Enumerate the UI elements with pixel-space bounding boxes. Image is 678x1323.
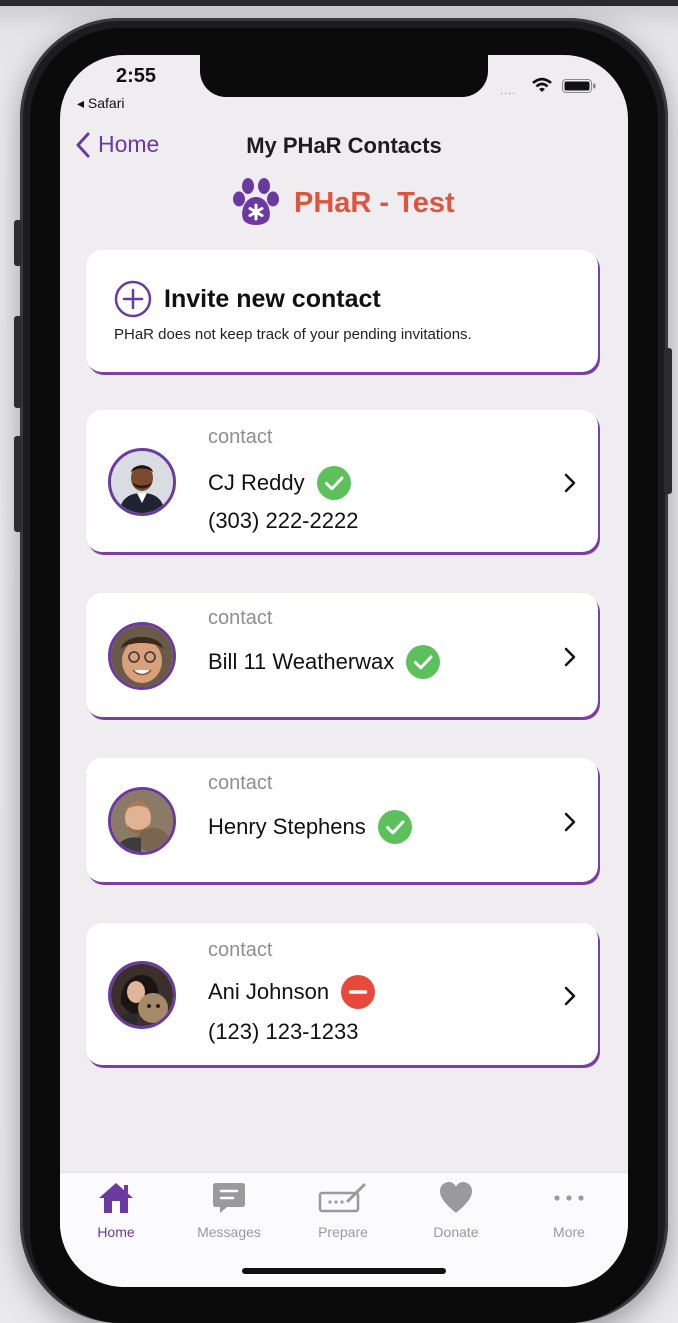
volume-down-button	[14, 436, 22, 532]
avatar	[108, 961, 176, 1029]
invite-note: PHaR does not keep track of your pending…	[114, 326, 472, 343]
tab-home[interactable]: Home	[66, 1181, 166, 1240]
contact-phone: (123) 123-1233	[208, 1019, 359, 1044]
screen: 2:55 ◂ Safari .... Home My PHaR Contacts	[60, 55, 628, 1287]
avatar	[108, 448, 176, 516]
top-strip	[0, 0, 678, 6]
contact-type-label: contact	[208, 426, 273, 448]
contact-name: Bill 11 Weatherwax	[208, 645, 441, 679]
invite-contact-card[interactable]: Invite new contact PHaR does not keep tr…	[86, 250, 598, 372]
chevron-right-icon	[564, 812, 576, 832]
check-circle-icon	[406, 645, 441, 679]
prepare-icon	[318, 1183, 366, 1213]
contact-name-text: CJ Reddy	[208, 470, 305, 495]
back-to-app-link[interactable]: ◂ Safari	[77, 95, 125, 112]
signal-icon: ....	[500, 85, 517, 97]
contact-phone: (303) 222-2222	[208, 508, 359, 533]
tab-label: More	[553, 1224, 585, 1240]
contact-type-label: contact	[208, 607, 273, 629]
tab-label: Home	[97, 1224, 135, 1240]
tab-prepare[interactable]: Prepare	[293, 1181, 393, 1240]
contact-name: CJ Reddy	[208, 466, 351, 500]
status-time: 2:55	[116, 65, 157, 87]
tab-more[interactable]: More	[519, 1181, 619, 1240]
battery-icon	[562, 79, 596, 93]
chevron-right-icon	[564, 986, 576, 1006]
tab-label: Prepare	[318, 1224, 368, 1240]
page-title: My PHaR Contacts	[246, 133, 442, 158]
contact-name: Henry Stephens	[208, 810, 412, 844]
tab-donate[interactable]: Donate	[406, 1181, 506, 1240]
add-circle-icon	[114, 280, 152, 318]
invite-title: Invite new contact	[164, 284, 381, 313]
avatar	[108, 787, 176, 855]
notch	[200, 55, 488, 97]
tab-label: Donate	[433, 1224, 479, 1240]
chevron-right-icon	[564, 647, 576, 667]
chevron-right-icon	[564, 473, 576, 493]
minus-circle-icon	[341, 975, 376, 1009]
avatar	[108, 622, 176, 690]
home-icon	[99, 1183, 133, 1213]
message-icon	[213, 1183, 245, 1213]
brand-name: PHaR - Test	[294, 186, 455, 219]
paw-icon	[233, 178, 279, 225]
contact-name: Ani Johnson	[208, 975, 376, 1009]
home-indicator[interactable]	[242, 1268, 446, 1274]
contact-card[interactable]: contact Ani Johnson (123) 123-1233	[86, 923, 598, 1065]
tab-messages[interactable]: Messages	[179, 1181, 279, 1240]
contact-card[interactable]: contact CJ Reddy (303) 222-2222	[86, 410, 598, 552]
wifi-icon	[532, 77, 552, 92]
contact-card[interactable]: contact Henry Stephens	[86, 758, 598, 882]
tab-label: Messages	[197, 1224, 261, 1240]
check-circle-icon	[316, 466, 351, 500]
check-circle-icon	[377, 810, 412, 844]
contact-card[interactable]: contact Bill 11 Weatherwax	[86, 593, 598, 717]
contact-type-label: contact	[208, 772, 273, 794]
contact-name-text: Henry Stephens	[208, 814, 366, 839]
contact-type-label: contact	[208, 939, 273, 961]
brand-header: PHaR - Test	[232, 177, 455, 229]
mute-switch	[14, 220, 22, 266]
contact-name-text: Bill 11 Weatherwax	[208, 649, 395, 674]
more-icon	[554, 1195, 584, 1201]
power-button	[664, 348, 672, 494]
heart-icon	[440, 1182, 472, 1213]
contact-name-text: Ani Johnson	[208, 979, 330, 1004]
volume-up-button	[14, 316, 22, 408]
